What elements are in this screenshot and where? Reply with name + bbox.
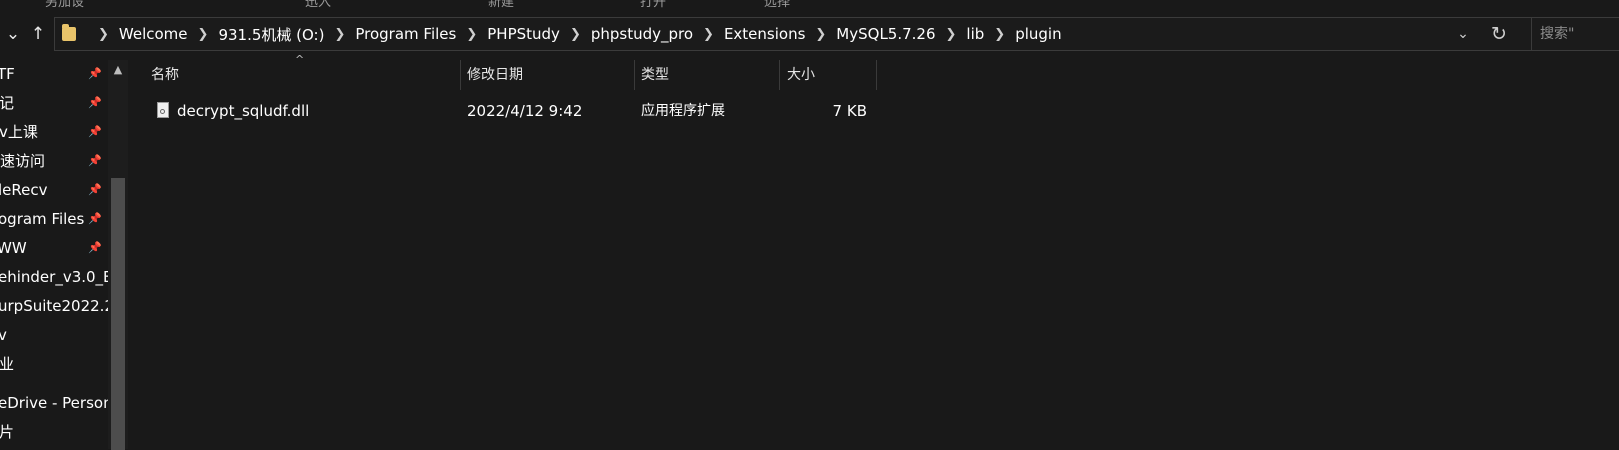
sidebar-item-label: v上课: [0, 123, 38, 141]
ribbon-label: 打开: [640, 0, 667, 10]
up-arrow-icon: ↑: [30, 24, 46, 44]
column-header-type[interactable]: 类型: [641, 60, 669, 90]
sidebar-item-label: v: [0, 326, 7, 344]
sidebar-item[interactable]: leRecv 📌: [0, 176, 108, 204]
sidebar-item[interactable]: ehinder_v3.0_Be: [0, 263, 108, 291]
refresh-button[interactable]: ↻: [1485, 18, 1513, 50]
chevron-down-icon: ⌄: [5, 24, 21, 44]
breadcrumb-item-extensions[interactable]: Extensions: [724, 25, 805, 43]
ribbon-label: 迅入: [305, 0, 332, 10]
sidebar-item-label: 业: [0, 355, 15, 373]
pin-icon: 📌: [88, 118, 102, 146]
recent-locations-button[interactable]: ⌄: [2, 21, 24, 47]
sidebar-item[interactable]: 业: [0, 350, 108, 378]
sidebar-item[interactable]: 记 📌: [0, 89, 108, 117]
pin-icon: 📌: [88, 89, 102, 117]
breadcrumb-item-phpstudy[interactable]: PHPStudy: [487, 25, 560, 43]
address-bar[interactable]: ❯ Welcome ❯ 931.5机械 (O:) ❯ Program Files…: [54, 17, 1536, 51]
ribbon-label: 另加设: [45, 0, 85, 10]
column-header-size[interactable]: 大小: [787, 60, 815, 90]
breadcrumb-item-mysql[interactable]: MySQL5.7.26: [836, 25, 935, 43]
navigation-pane-scrollbar[interactable]: ▲: [108, 60, 128, 450]
column-header-name[interactable]: 名称: [151, 60, 179, 90]
breadcrumb-separator-icon[interactable]: ❯: [98, 27, 109, 42]
column-header-modified[interactable]: 修改日期: [467, 60, 523, 90]
sort-ascending-icon: ^: [295, 53, 305, 66]
file-list: ^ 名称 修改日期 类型 大小 decrypt_sqludf.dll 2022/…: [130, 53, 1619, 449]
breadcrumb: ❯ Welcome ❯ 931.5机械 (O:) ❯ Program Files…: [59, 18, 1062, 50]
sidebar-item[interactable]: v: [0, 321, 108, 349]
breadcrumb-item-phpstudy-pro[interactable]: phpstudy_pro: [591, 25, 693, 43]
sidebar-item-label: WW: [0, 239, 27, 257]
navigation-pane: TF 📌 记 📌 v上课 📌 速访问 📌 leRecv 📌 ogram File…: [0, 60, 108, 449]
scroll-up-icon[interactable]: ▲: [108, 60, 128, 78]
ribbon-label: 新建: [488, 0, 515, 10]
folder-icon: [62, 24, 76, 41]
sidebar-item-label: 速访问: [0, 152, 46, 170]
sidebar-item-label: ogram Files: [0, 210, 85, 228]
column-divider[interactable]: [634, 60, 635, 90]
sidebar-item[interactable]: eDrive - Person: [0, 389, 108, 417]
breadcrumb-item-welcome[interactable]: Welcome: [119, 25, 188, 43]
pin-icon: 📌: [88, 176, 102, 204]
breadcrumb-separator-icon[interactable]: ❯: [466, 27, 477, 42]
sidebar-item-label: 片: [0, 423, 15, 441]
navigation-bar: ⌄ ↑ ❯ Welcome ❯ 931.5机械 (O:) ❯ Program F…: [0, 12, 1619, 56]
chevron-down-icon: ⌄: [1457, 26, 1469, 42]
file-name: decrypt_sqludf.dll: [177, 102, 310, 120]
breadcrumb-separator-icon[interactable]: ❯: [994, 27, 1005, 42]
pin-icon: 📌: [88, 60, 102, 88]
breadcrumb-item-plugin[interactable]: plugin: [1015, 25, 1061, 43]
breadcrumb-separator-icon[interactable]: ❯: [946, 27, 957, 42]
column-divider[interactable]: [779, 60, 780, 90]
up-button[interactable]: ↑: [26, 21, 50, 47]
pin-icon: 📌: [88, 205, 102, 233]
sidebar-item-label: leRecv: [0, 181, 48, 199]
refresh-icon: ↻: [1491, 23, 1507, 45]
pin-icon: 📌: [88, 147, 102, 175]
column-divider[interactable]: [460, 60, 461, 90]
file-size: 7 KB: [832, 102, 867, 120]
file-type: 应用程序扩展: [641, 103, 725, 119]
sidebar-item[interactable]: urpSuite2022.2.: [0, 292, 108, 320]
scrollbar-thumb[interactable]: [111, 178, 125, 450]
sidebar-item-label: 记: [0, 94, 15, 112]
sidebar-item-label: ehinder_v3.0_Be: [0, 268, 108, 286]
sidebar-item[interactable]: ogram Files 📌: [0, 205, 108, 233]
breadcrumb-separator-icon[interactable]: ❯: [703, 27, 714, 42]
sidebar-item[interactable]: WW 📌: [0, 234, 108, 262]
breadcrumb-separator-icon[interactable]: ❯: [570, 27, 581, 42]
sidebar-item[interactable]: TF 📌: [0, 60, 108, 88]
sidebar-item-label: eDrive - Person: [0, 394, 108, 412]
search-input[interactable]: 搜索": [1531, 17, 1619, 51]
sidebar-item[interactable]: 速访问 📌: [0, 147, 108, 175]
file-modified: 2022/4/12 9:42: [467, 102, 583, 120]
breadcrumb-separator-icon[interactable]: ❯: [334, 27, 345, 42]
breadcrumb-separator-icon[interactable]: ❯: [815, 27, 826, 42]
breadcrumb-item-drive[interactable]: 931.5机械 (O:): [218, 24, 324, 45]
sidebar-item[interactable]: v上课 📌: [0, 118, 108, 146]
sidebar-item-label: TF: [0, 65, 15, 83]
column-divider[interactable]: [876, 60, 877, 90]
pin-icon: 📌: [88, 234, 102, 262]
table-row[interactable]: decrypt_sqludf.dll 2022/4/12 9:42 应用程序扩展…: [150, 96, 880, 126]
breadcrumb-separator-icon[interactable]: ❯: [198, 27, 209, 42]
ribbon-label: 远择: [764, 0, 791, 10]
sidebar-item-label: urpSuite2022.2.: [0, 297, 108, 315]
address-history-button[interactable]: ⌄: [1451, 18, 1475, 50]
breadcrumb-item-program-files[interactable]: Program Files: [355, 25, 456, 43]
dll-file-icon: [157, 102, 169, 118]
sidebar-item[interactable]: 片: [0, 418, 108, 446]
breadcrumb-item-lib[interactable]: lib: [966, 25, 984, 43]
ribbon-remnant: 另加设 迅入 新建 打开 远择: [0, 0, 1619, 12]
